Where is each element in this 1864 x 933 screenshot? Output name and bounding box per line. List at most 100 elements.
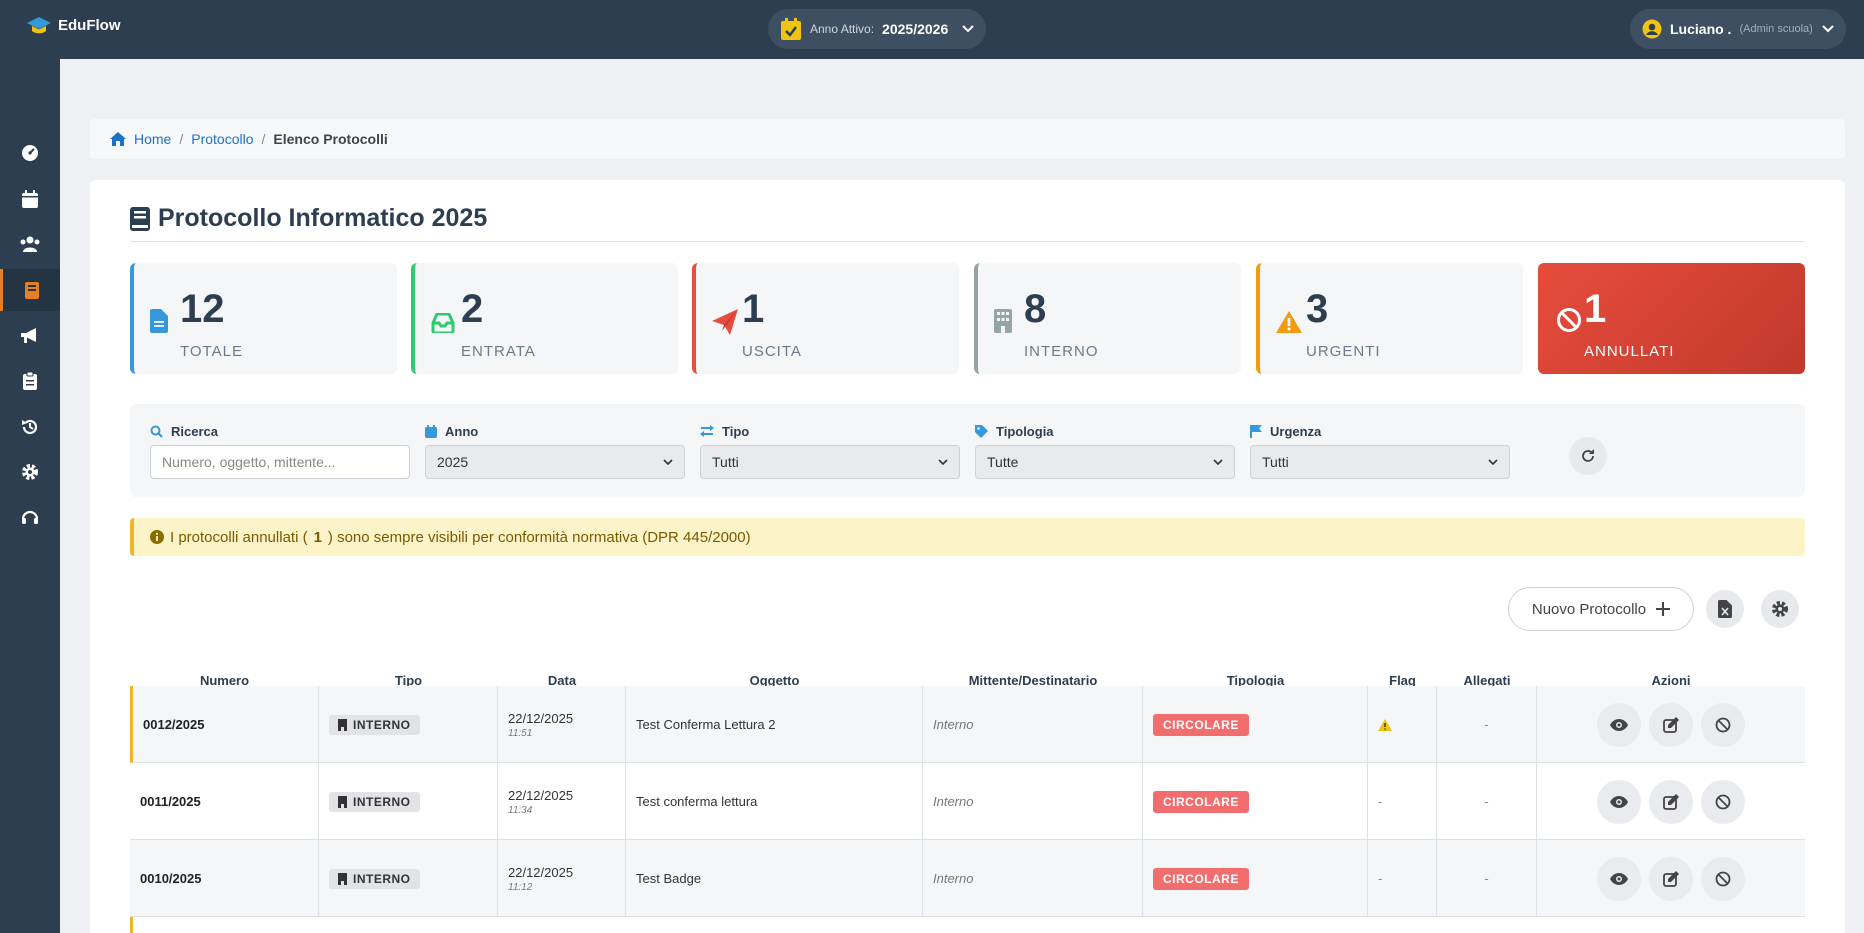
stat-interno[interactable]: 8 INTERNO [974,263,1241,374]
breadcrumb-home[interactable]: Home [134,131,171,147]
building-icon [994,309,1012,333]
ban-icon [1557,308,1581,332]
new-protocol-label: Nuovo Protocollo [1531,600,1647,618]
cell-oggetto: Test Badge [626,840,923,917]
cell-numero: 0012/2025 [133,686,319,763]
ban-icon [1715,794,1731,809]
cell-numero: 0010/2025 [130,840,319,917]
chevron-down-icon [1213,459,1223,465]
building-icon [338,872,347,885]
edit-icon [1663,793,1679,810]
view-button[interactable] [1597,856,1641,901]
filters-panel: Ricerca Numero, oggetto, mittente... Ann… [130,404,1805,497]
filter-search-label: Ricerca [150,423,410,439]
top-bar: EduFlow Anno Attivo: 2025/2026 Luciano .… [0,0,1864,59]
stat-totale[interactable]: 12 TOTALE [130,263,397,374]
stat-label: ANNULLATI [1584,343,1675,360]
breadcrumb-protocollo[interactable]: Protocollo [191,131,253,147]
cell-data: 22/12/2025 11:51 [498,686,626,763]
warning-icon [1276,311,1302,333]
new-protocol-button[interactable]: Nuovo Protocollo [1508,587,1694,631]
stat-uscita[interactable]: 1 USCITA [692,263,959,374]
paper-plane-icon [712,309,738,335]
stat-value: 2 [461,287,484,331]
row-time: 11:34 [508,804,533,816]
active-year-selector[interactable]: Anno Attivo: 2025/2026 [768,9,986,49]
info-circle-icon [150,530,164,544]
page-title: Protocollo Informatico 2025 [130,204,487,233]
sidebar-item-settings[interactable] [0,451,60,493]
compliance-notice: I protocolli annullati (1) sono sempre v… [130,518,1805,556]
user-circle-icon [1642,19,1662,39]
edit-button[interactable] [1649,856,1693,901]
cell-oggetto: Test Conferma Lettura 2 [626,686,923,763]
anno-select[interactable]: 2025 [425,445,685,479]
title-divider [130,241,1805,242]
sidebar-item-dashboard[interactable] [0,132,60,174]
table-row[interactable]: 0011/2025 INTERNO 22/12/2025 11:34 Test c… [130,763,1805,840]
tipo-badge-text: INTERNO [353,794,411,809]
filter-anno-label: Anno [425,423,685,439]
cell-azioni [1537,686,1805,763]
tipologia-select[interactable]: Tutte [975,445,1235,479]
breadcrumb: Home / Protocollo / Elenco Protocolli [90,119,1845,159]
cell-numero: 0011/2025 [130,763,319,840]
sidebar-item-users[interactable] [0,223,60,265]
table-row[interactable]: 0012/2025 INTERNO 22/12/2025 11:51 Test C… [130,686,1805,763]
gear-icon [1772,601,1788,617]
stat-entrata[interactable]: 2 ENTRATA [411,263,678,374]
tipo-badge: INTERNO [329,868,420,889]
cell-data: 22/12/2025 11:12 [498,840,626,917]
user-menu[interactable]: Luciano . (Admin scuola) [1630,9,1846,49]
sidebar-item-clipboard[interactable] [0,360,60,402]
settings-button[interactable] [1761,590,1799,628]
breadcrumb-separator: / [261,131,266,147]
reset-filters-button[interactable] [1569,437,1607,475]
book-icon [130,206,150,231]
cancel-protocol-button[interactable] [1701,702,1745,747]
urgenza-select[interactable]: Tutti [1250,445,1510,479]
cell-azioni [1537,840,1805,917]
stat-label: ENTRATA [461,343,536,360]
cell-tipologia: CIRCOLARE [1143,763,1368,840]
edit-icon [1663,870,1679,887]
row-date: 22/12/2025 [508,710,574,726]
calendar-check-icon [781,18,801,40]
stat-urgenti[interactable]: 3 URGENTI [1256,263,1523,374]
stat-annullati[interactable]: 1 ANNULLATI [1538,263,1805,374]
filter-label-text: Tipo [722,423,750,439]
cancel-protocol-button[interactable] [1701,779,1745,824]
brand-name: EduFlow [58,16,121,34]
tipo-badge: INTERNO [329,714,420,735]
chevron-down-icon [938,459,948,465]
export-excel-button[interactable] [1706,590,1744,628]
sidebar-item-support[interactable] [0,497,60,539]
cancel-protocol-button[interactable] [1701,856,1745,901]
cell-data: 22/12/2025 11:34 [498,763,626,840]
inbox-icon [431,313,455,333]
cell-mittente: Interno [923,840,1143,917]
sidebar-item-protocollo[interactable] [0,269,60,311]
notice-text-before: I protocolli annullati ( [170,528,308,546]
view-button[interactable] [1597,702,1641,747]
edit-button[interactable] [1649,779,1693,824]
search-input[interactable]: Numero, oggetto, mittente... [150,445,410,479]
brand-logo[interactable]: EduFlow [26,15,121,35]
cell-tipologia: CIRCOLARE [1143,840,1368,917]
exchange-icon [700,425,714,437]
tipo-select[interactable]: Tutti [700,445,960,479]
table-row[interactable]: 0010/2025 INTERNO 22/12/2025 11:12 Test B… [130,840,1805,917]
chevron-down-icon [1822,25,1834,33]
stat-value: 1 [1584,287,1607,331]
view-button[interactable] [1597,779,1641,824]
sidebar-item-calendar[interactable] [0,178,60,220]
active-year-label: Anno Attivo: [810,22,875,36]
anno-select-value: 2025 [437,454,469,470]
edit-button[interactable] [1649,702,1693,747]
stat-label: USCITA [742,343,802,360]
cell-tipo: INTERNO [319,763,498,840]
sidebar-item-announcements[interactable] [0,315,60,357]
chevron-down-icon [962,25,974,33]
sidebar-item-history[interactable] [0,406,60,448]
row-date: 22/12/2025 [508,787,574,803]
